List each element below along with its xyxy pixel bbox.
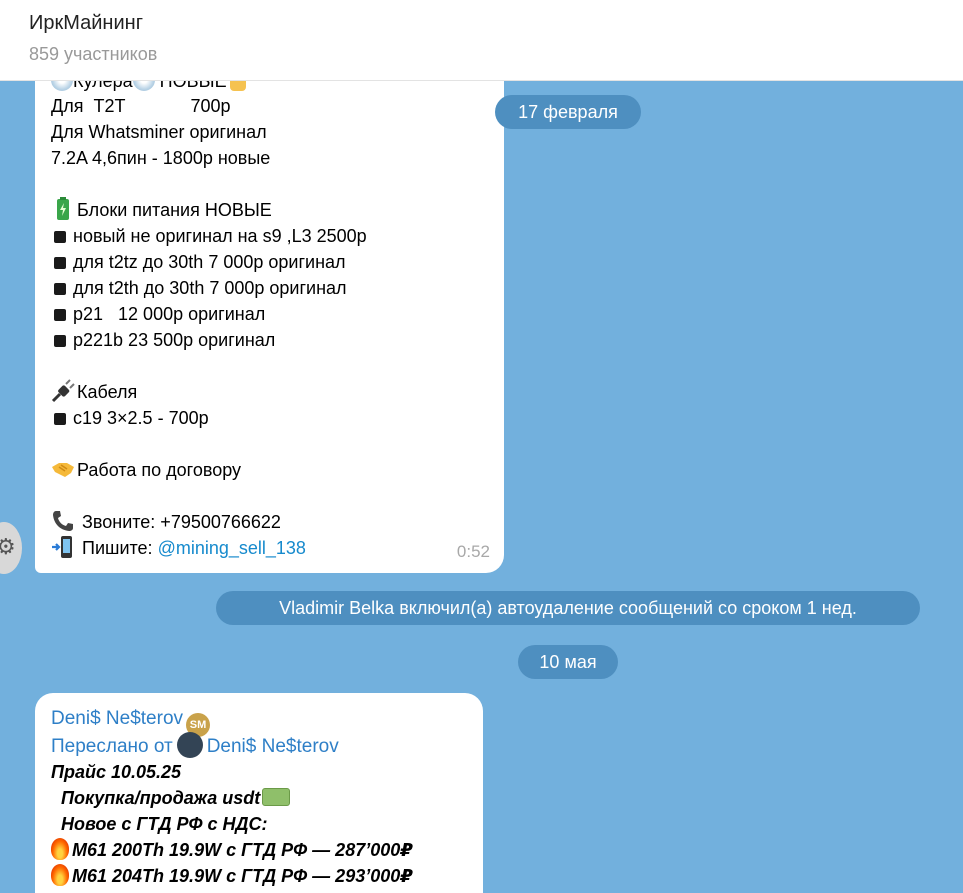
list-item: c19 3×2.5 - 700р xyxy=(51,405,209,431)
handshake-icon xyxy=(52,463,74,477)
battery-icon xyxy=(57,197,69,220)
list-item: p21 12 000р оригинал xyxy=(51,301,265,327)
message-line: 7.2A 4,6пин - 1800р новые xyxy=(51,148,271,168)
message-line: Прайс 10.05.25 xyxy=(51,762,182,782)
fire-icon xyxy=(51,838,69,860)
message-time: 0:52 xyxy=(456,542,490,561)
service-message: Vladimir Belka включил(а) автоудаление с… xyxy=(216,591,920,625)
member-count: 859 участников xyxy=(29,44,158,64)
forwarded-from[interactable]: Переслано от Deni$ Ne$terov xyxy=(51,732,339,760)
message-line: Новое с ГТД РФ с НДС: xyxy=(61,814,268,834)
date-pill[interactable]: 10 мая xyxy=(518,645,618,679)
plug-icon xyxy=(51,379,75,403)
phone-icon xyxy=(53,511,73,531)
fire-icon xyxy=(51,864,69,886)
message-line: Пишите: @mining_sell_138 xyxy=(51,535,306,561)
username-link[interactable]: @mining_sell_138 xyxy=(158,538,306,558)
avatar xyxy=(176,732,203,758)
message-line: Блоки питания НОВЫЕ xyxy=(51,197,272,223)
mobile-arrow-icon xyxy=(52,536,72,558)
message-line: M61 200Th 19.9W с ГТД РФ — 287’000₽ xyxy=(51,837,413,863)
message-bubble[interactable]: Deni$ Ne$terov SM Переслано от Deni$ Ne$te… xyxy=(35,693,483,893)
message-line: Покупка/продажа usdt xyxy=(61,785,291,811)
gear-icon: ⚙ xyxy=(0,534,16,559)
list-item: p221b 23 500р оригинал xyxy=(51,327,275,353)
date-pill[interactable]: 17 февраля xyxy=(495,95,641,129)
message-line: Кабеля xyxy=(51,379,137,405)
chat-header[interactable]: ИркМайнинг 859 участников xyxy=(0,0,963,81)
list-item: новый не оригинал на s9 ,L3 2500р xyxy=(51,223,367,249)
list-item: для t2tz до 30th 7 000р оригинал xyxy=(51,249,346,275)
message-line: M61 204Th 19.9W с ГТД РФ — 293’000₽ xyxy=(51,863,413,889)
chat-title[interactable]: ИркМайнинг xyxy=(29,12,143,35)
money-icon xyxy=(262,788,291,806)
message-line: Звоните: +79500766622 xyxy=(51,509,281,535)
message-line: Для Т2Т 700р xyxy=(51,96,231,116)
message-line: Для Whatsminer оригинал xyxy=(51,122,267,142)
avatar[interactable]: ⚙ xyxy=(0,522,22,574)
list-item: для t2th до 30th 7 000р оригинал xyxy=(51,275,347,301)
message-bubble[interactable]: Кулера НОВЫЕ Для Т2Т 700р Для Whatsminer… xyxy=(35,40,504,573)
message-line: Работа по договору xyxy=(51,457,241,483)
